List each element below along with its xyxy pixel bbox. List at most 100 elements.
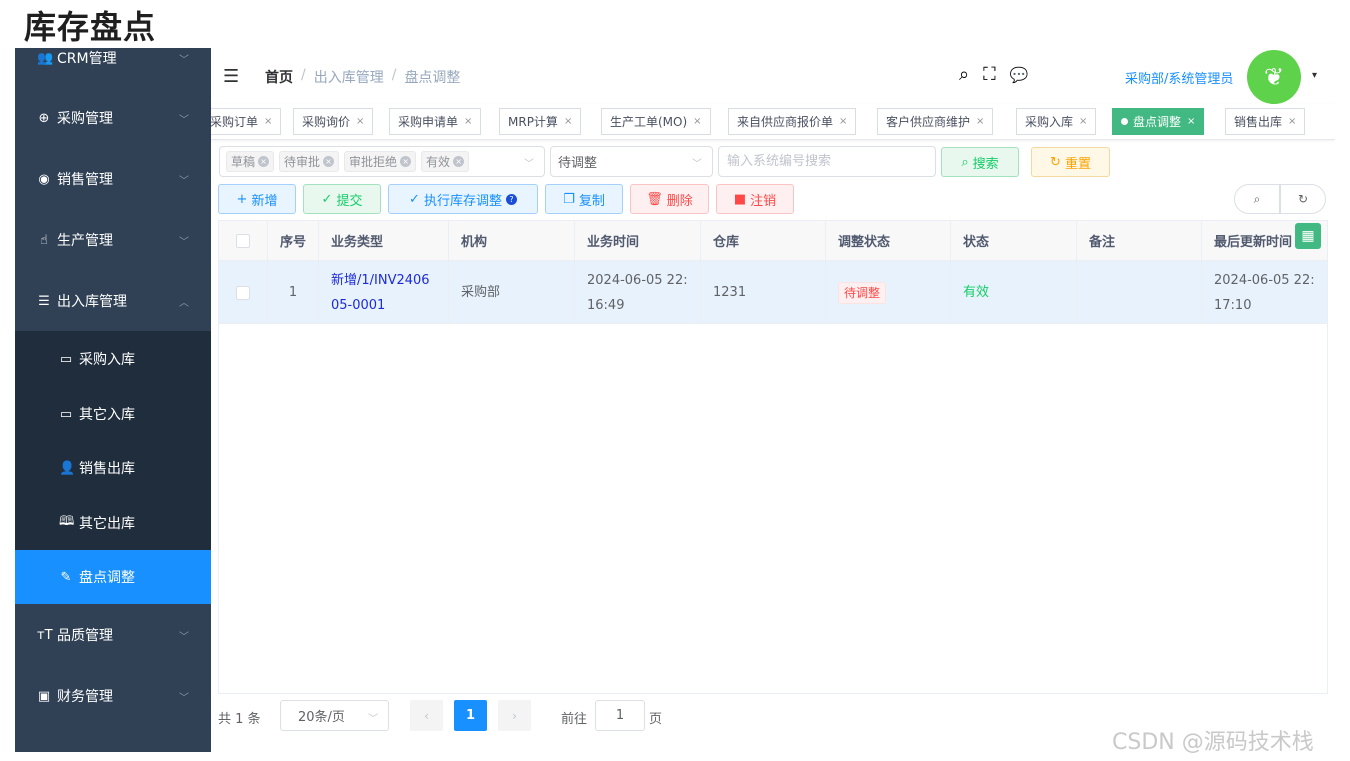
row-checkbox[interactable]	[236, 285, 250, 300]
close-icon[interactable]: ×	[564, 116, 572, 127]
search-input[interactable]	[718, 146, 936, 177]
fullscreen-icon[interactable]: ⛶	[983, 64, 996, 85]
sidebar-item-label: 财务管理	[57, 689, 113, 705]
watermark: CSDN @源码技术栈	[1112, 730, 1314, 755]
close-icon[interactable]: ×	[264, 116, 272, 127]
close-icon[interactable]: ×	[453, 156, 465, 167]
sidebar-subitem-sales-outbound[interactable]: 👤 销售出库	[15, 441, 211, 495]
delete-button[interactable]: 🗑 删除	[630, 184, 709, 214]
tag-label: 采购询价	[302, 115, 351, 129]
close-icon[interactable]: ×	[1288, 116, 1296, 127]
column-header[interactable]: 序号	[268, 221, 319, 261]
select-all-checkbox[interactable]	[236, 233, 250, 248]
column-settings-icon[interactable]: ▦	[1295, 223, 1321, 249]
sidebar-item-sales[interactable]: ◉ 销售管理 ﹀	[15, 149, 211, 209]
execute-adjust-button[interactable]: ✓ 执行库存调整 ?	[388, 184, 538, 214]
page-number[interactable]: 1	[454, 700, 487, 731]
chevron-down-icon: ﹀	[179, 692, 189, 704]
page-heading: 库存盘点	[24, 8, 157, 46]
column-header[interactable]: 状态	[951, 221, 1077, 261]
column-header[interactable]: 调整状态	[826, 221, 951, 261]
chat-icon[interactable]: 💬	[1010, 66, 1029, 84]
users-icon: 👥	[37, 50, 54, 66]
search-button[interactable]: ⌕ 搜索	[941, 147, 1019, 177]
sidebar-item-finance[interactable]: ▣ 财务管理 ﹀	[15, 666, 211, 726]
status-multi-select[interactable]: 草稿 × 待审批 × 审批拒绝 × 有效 × ﹀	[219, 146, 545, 177]
close-icon[interactable]: ×	[323, 156, 335, 167]
delete-icon: ■	[733, 191, 747, 207]
column-header[interactable]: 机构	[449, 221, 575, 261]
execute-button-label: 执行库存调整	[423, 193, 502, 209]
business-type-link[interactable]: 新增/1/INV240605-0001	[331, 268, 436, 318]
database-icon: ☰	[38, 293, 50, 309]
column-header[interactable]: 业务类型	[319, 221, 449, 261]
tag-label: 采购订单	[211, 115, 259, 129]
column-header[interactable]: 业务时间	[575, 221, 701, 261]
chip-label: 草稿	[231, 155, 256, 169]
tag-purchase-inquiry[interactable]: 采购询价 ×	[293, 108, 374, 135]
close-icon[interactable]: ×	[839, 116, 847, 127]
search-icon[interactable]: ⌕	[959, 64, 969, 85]
sidebar-item-inventory[interactable]: ☰ 出入库管理 ︿	[15, 271, 211, 331]
tag-stock-adjust[interactable]: 盘点调整 ×	[1112, 108, 1205, 135]
avatar[interactable]: ❦	[1247, 50, 1301, 104]
copy-button-label: 复制	[578, 193, 605, 209]
tag-customer-supplier[interactable]: 客户供应商维护 ×	[877, 108, 994, 135]
sidebar-subitem-other-inbound[interactable]: ▭ 其它入库	[15, 387, 211, 441]
column-header[interactable]: 仓库	[701, 221, 826, 261]
trash-icon: 🗑	[646, 191, 663, 207]
sidebar-subitem-other-outbound[interactable]: 🕮 其它出库	[15, 496, 211, 550]
submit-button[interactable]: ✓ 提交	[303, 184, 381, 214]
prev-page-button[interactable]: ‹	[410, 700, 443, 731]
app-frame: 👥 CRM管理 ﹀ ⊕ 采购管理 ﹀ ◉ 销售管理 ﹀ ☝ 生产管理 ﹀ ☰ 出…	[15, 48, 1335, 752]
close-icon[interactable]: ×	[1187, 116, 1195, 127]
close-icon[interactable]: ×	[1079, 116, 1087, 127]
adjust-status-select[interactable]: 待调整 ﹀	[550, 146, 713, 177]
tag-work-order[interactable]: 生产工单(MO) ×	[601, 108, 711, 135]
sidebar-item-quality[interactable]: ᴛT 品质管理 ﹀	[15, 605, 211, 665]
refresh-icon: ↻	[1297, 192, 1309, 206]
sidebar-subitem-stock-adjust[interactable]: ✎ 盘点调整	[15, 550, 211, 604]
chevron-down-icon: ﹀	[368, 714, 378, 725]
caret-down-icon[interactable]: ▾	[1312, 70, 1317, 81]
tag-supplier-quote[interactable]: 来自供应商报价单 ×	[728, 108, 857, 135]
user-name[interactable]: 采购部/系统管理员	[1125, 68, 1233, 87]
page-size-select[interactable]: 20条/页 ﹀	[280, 700, 389, 731]
tag-purchase-inbound[interactable]: 采购入库 ×	[1016, 108, 1097, 135]
sidebar-item-label: 生产管理	[57, 233, 113, 249]
close-icon[interactable]: ×	[693, 116, 701, 127]
search-icon: ⌕	[961, 154, 969, 170]
goto-page-input[interactable]	[595, 700, 645, 731]
tag-mrp[interactable]: MRP计算 ×	[499, 108, 582, 135]
column-header[interactable]: 备注	[1077, 221, 1202, 261]
add-button[interactable]: + 新增	[218, 184, 296, 214]
tag-sales-outbound[interactable]: 销售出库 ×	[1225, 108, 1306, 135]
tag-purchase-request[interactable]: 采购申请单 ×	[389, 108, 482, 135]
pagination-total: 共 1 条	[218, 712, 261, 727]
adjust-status-badge: 待调整	[838, 281, 887, 304]
check-icon: ✓	[409, 191, 420, 207]
menu-toggle-icon[interactable]: ☰	[223, 66, 239, 87]
reset-button[interactable]: ↻ 重置	[1031, 147, 1110, 177]
breadcrumb-home[interactable]: 首页	[265, 67, 293, 87]
close-icon[interactable]: ×	[356, 116, 364, 127]
copy-button[interactable]: ❐ 复制	[545, 184, 623, 214]
close-icon[interactable]: ×	[464, 116, 472, 127]
toggle-search-button[interactable]: ⌕	[1234, 184, 1280, 214]
sidebar-item-purchase[interactable]: ⊕ 采购管理 ﹀	[15, 88, 211, 148]
close-icon[interactable]: ×	[400, 156, 412, 167]
sidebar-item-production[interactable]: ☝ 生产管理 ﹀	[15, 210, 211, 270]
chip-label: 审批拒绝	[349, 155, 398, 169]
plus-icon: +	[236, 191, 248, 207]
help-icon[interactable]: ?	[505, 193, 517, 205]
refresh-button[interactable]: ↻	[1280, 184, 1326, 214]
status-chip: 草稿 ×	[226, 151, 275, 172]
close-icon[interactable]: ×	[258, 156, 270, 167]
tag-label: MRP计算	[508, 115, 558, 129]
sidebar-item-crm[interactable]: 👥 CRM管理 ﹀	[15, 48, 211, 88]
sidebar-subitem-purchase-inbound[interactable]: ▭ 采购入库	[15, 332, 211, 386]
close-icon[interactable]: ×	[976, 116, 984, 127]
next-page-button[interactable]: ›	[498, 700, 531, 731]
tag-purchase-order[interactable]: 采购订单 ×	[211, 108, 282, 135]
cancel-button[interactable]: ■ 注销	[716, 184, 794, 214]
